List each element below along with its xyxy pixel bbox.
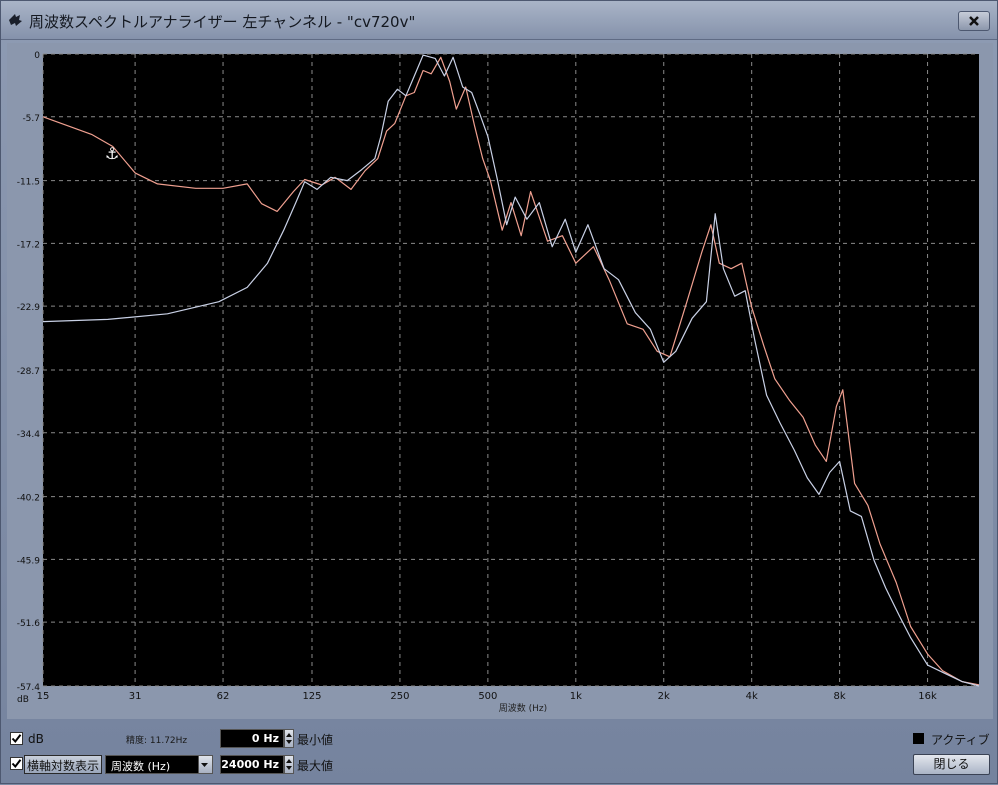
- min-value-text: 0 Hz: [251, 732, 279, 745]
- max-value-stepper[interactable]: [284, 755, 294, 774]
- min-value-stepper[interactable]: [284, 729, 294, 748]
- min-value-label: 最小値: [297, 733, 334, 747]
- close-button[interactable]: 閉じる: [913, 754, 990, 775]
- max-value-field[interactable]: 24000 Hz: [220, 755, 284, 774]
- x-tick-label: 16k: [918, 691, 937, 702]
- cursor-icon: ⚓: [105, 144, 119, 163]
- x-axis-label: 周波数 (Hz): [499, 702, 547, 714]
- y-tick-label: -5.7: [22, 114, 40, 124]
- y-tick-label: -17.2: [17, 240, 40, 250]
- checkmark-icon: [11, 759, 22, 769]
- x-tick-label: 250: [390, 691, 409, 702]
- max-value-text: 24000 Hz: [221, 758, 279, 771]
- active-label: アクティブ: [931, 733, 990, 747]
- title-bar[interactable]: 周波数スペクトルアナライザー 左チャンネル - "cv720v": [1, 1, 997, 40]
- y-tick-label: -22.9: [17, 303, 41, 313]
- analyzer-window: 周波数スペクトルアナライザー 左チャンネル - "cv720v" 15 31 62 1…: [0, 0, 998, 784]
- y-tick-label: -28.7: [17, 367, 40, 377]
- x-tick-label: 500: [478, 691, 497, 702]
- db-checkbox[interactable]: [10, 732, 23, 745]
- y-tick-label: -57.4: [17, 683, 41, 693]
- app-icon: [9, 14, 22, 26]
- stepper-arrows-icon: [286, 733, 292, 744]
- chevron-down-icon: [201, 763, 208, 767]
- x-tick-label: 125: [302, 691, 321, 702]
- db-label: dB: [28, 732, 44, 746]
- stepper-arrows-icon: [286, 759, 292, 770]
- y-tick-label: -51.6: [17, 619, 41, 629]
- y-tick-label: -11.5: [17, 178, 40, 188]
- window-title: 周波数スペクトルアナライザー 左チャンネル - "cv720v": [29, 13, 416, 31]
- dropdown-arrow[interactable]: [198, 756, 212, 773]
- close-icon: [969, 16, 979, 26]
- y-tick-label: 0: [34, 51, 40, 61]
- x-tick-label: 8k: [834, 691, 846, 702]
- axis-unit-select[interactable]: 周波数 (Hz): [105, 755, 213, 774]
- x-tick-label: 2k: [658, 691, 670, 702]
- checkmark-icon: [11, 734, 22, 744]
- y-tick-label: -40.2: [17, 494, 40, 504]
- resolution-label: 精度: 11.72Hz: [126, 736, 188, 746]
- x-tick-label: 1k: [570, 691, 582, 702]
- spectrum-chart: 15 31 62 125 250 500 1k 2k 4k 8k 16k0-5.7-11.5-17.…: [17, 51, 980, 714]
- axis-unit-value: 周波数 (Hz): [111, 760, 171, 773]
- x-tick-label: 62: [217, 691, 230, 702]
- x-tick-label: 31: [129, 691, 142, 702]
- log-axis-toggle[interactable]: 横軸対数表示: [24, 755, 102, 774]
- controls-bar: dB 精度: 11.72Hz 横軸対数表示 周波数 (Hz) 0 Hz 最小値 …: [1, 723, 998, 785]
- window-close-button[interactable]: [958, 11, 990, 31]
- y-axis-label: dB: [17, 695, 29, 705]
- x-tick-label: 4k: [746, 691, 758, 702]
- y-tick-label: -34.4: [17, 430, 41, 440]
- max-value-label: 最大値: [297, 759, 334, 773]
- spectrum-chart-panel: 15 31 62 125 250 500 1k 2k 4k 8k 16k 0 -5.7 -11.5 -17.…: [7, 43, 993, 719]
- active-indicator[interactable]: [913, 733, 924, 744]
- log-axis-checkbox[interactable]: [10, 757, 23, 770]
- y-tick-label: -45.9: [17, 556, 41, 566]
- min-value-field[interactable]: 0 Hz: [220, 729, 284, 748]
